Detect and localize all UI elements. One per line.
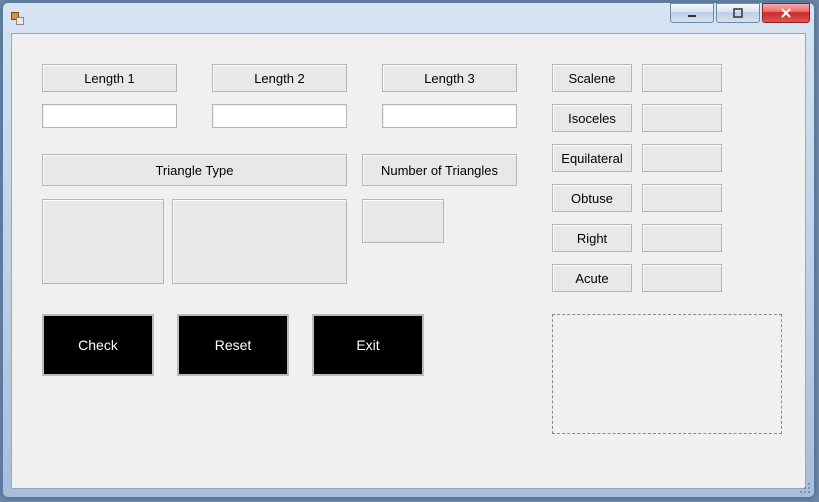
length1-label: Length 1 — [42, 64, 177, 92]
isoceles-value — [642, 104, 722, 132]
window-controls — [670, 3, 810, 23]
triangle-type-label: Triangle Type — [42, 154, 347, 186]
right-value — [642, 224, 722, 252]
scalene-label: Scalene — [552, 64, 632, 92]
maximize-button[interactable] — [716, 3, 760, 23]
exit-button[interactable]: Exit — [312, 314, 424, 376]
summary-panel — [552, 314, 782, 434]
check-button[interactable]: Check — [42, 314, 154, 376]
length2-input[interactable] — [212, 104, 347, 128]
obtuse-label: Obtuse — [552, 184, 632, 212]
app-icon — [11, 10, 27, 26]
right-label: Right — [552, 224, 632, 252]
number-of-triangles-label: Number of Triangles — [362, 154, 517, 186]
acute-label: Acute — [552, 264, 632, 292]
reset-button[interactable]: Reset — [177, 314, 289, 376]
number-of-triangles-output — [362, 199, 444, 243]
window-frame: Length 1 Length 2 Length 3 Triangle Type… — [2, 2, 815, 498]
triangle-type-output-2 — [172, 199, 347, 284]
close-button[interactable] — [762, 3, 810, 23]
minimize-button[interactable] — [670, 3, 714, 23]
acute-value — [642, 264, 722, 292]
title-bar[interactable] — [3, 3, 814, 33]
equilateral-label: Equilateral — [552, 144, 632, 172]
obtuse-value — [642, 184, 722, 212]
scalene-value — [642, 64, 722, 92]
triangle-type-output-1 — [42, 199, 164, 284]
client-area: Length 1 Length 2 Length 3 Triangle Type… — [11, 33, 806, 489]
length3-label: Length 3 — [382, 64, 517, 92]
length3-input[interactable] — [382, 104, 517, 128]
length2-label: Length 2 — [212, 64, 347, 92]
resize-grip[interactable] — [797, 480, 813, 496]
equilateral-value — [642, 144, 722, 172]
isoceles-label: Isoceles — [552, 104, 632, 132]
length1-input[interactable] — [42, 104, 177, 128]
